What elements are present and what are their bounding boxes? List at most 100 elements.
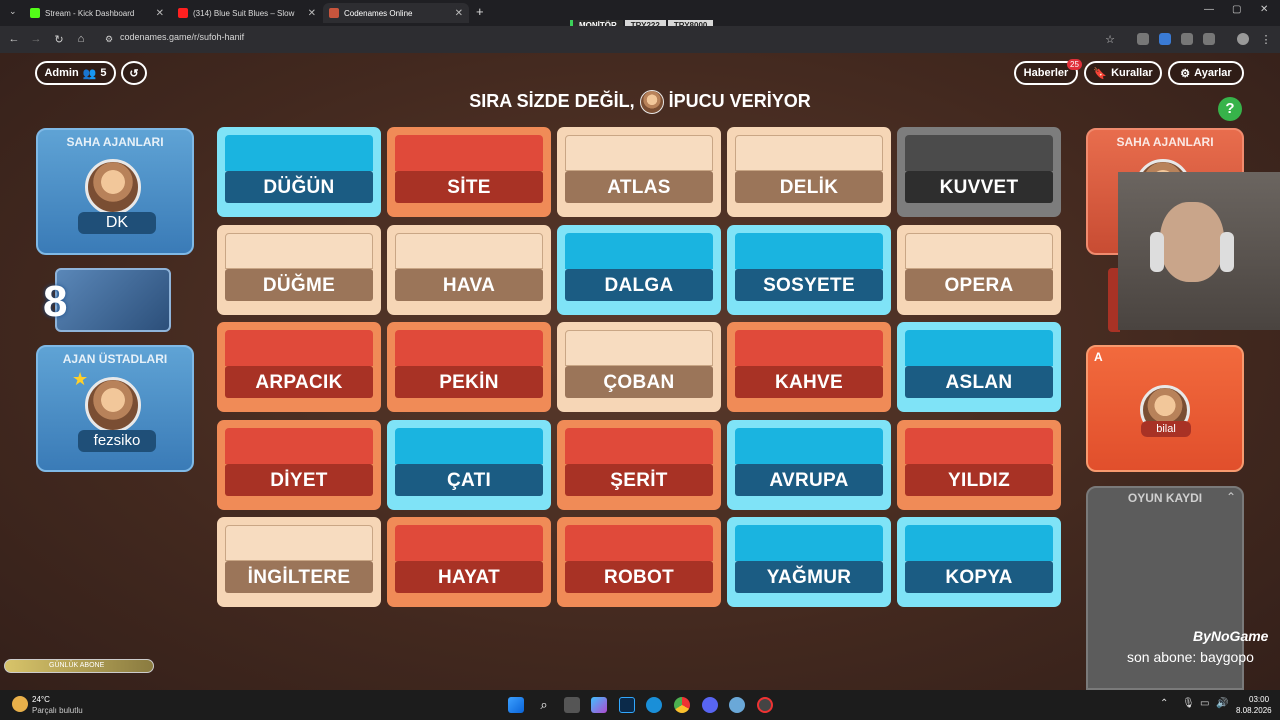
word-card[interactable]: HAVA [387,224,551,315]
word-card[interactable]: ARPACIK [217,322,381,412]
word-card[interactable]: KOPYA [897,517,1061,607]
extensions-puzzle-icon[interactable] [1203,33,1215,45]
word-card[interactable]: KAHVE [727,322,891,412]
network-icon[interactable]: ▭ [1200,698,1209,709]
red-spymaster-name[interactable]: bilal [1141,421,1191,437]
close-icon[interactable]: ✕ [308,8,316,19]
edge-icon[interactable] [646,697,662,713]
minimize-icon[interactable]: — [1204,4,1214,15]
card-word: KOPYA [905,561,1053,593]
blue-operative-name[interactable]: DK [78,212,156,234]
word-card[interactable]: ROBOT [557,517,721,607]
tray-chevron-icon[interactable]: ⌃ [1160,698,1168,709]
webcam-overlay [1118,172,1280,330]
copilot-icon[interactable] [591,697,607,713]
clock-time[interactable]: 03:00 [1249,695,1269,704]
bookmark-star-icon[interactable]: ☆ [1102,31,1118,47]
weather-temp[interactable]: 24°C [32,695,50,704]
tab-kick-dashboard[interactable]: Stream - Kick Dashboard ✕ [24,3,170,23]
card-face [395,232,543,269]
extension-icon[interactable] [1137,33,1149,45]
chrome-icon[interactable] [674,697,690,713]
word-card[interactable]: SİTE [387,127,551,217]
obs-icon[interactable] [757,697,773,713]
microphone-icon[interactable]: 🎙 [1182,698,1195,709]
task-view-icon[interactable] [564,697,580,713]
word-card[interactable]: OPERA [897,224,1061,315]
clock-date[interactable]: 8.08.2026 [1236,706,1272,715]
site-info-icon[interactable]: ⚙ [101,31,117,47]
word-card[interactable]: DİYET [217,419,381,510]
blue-operatives-panel: SAHA AJANLARI DK [36,128,194,255]
home-icon[interactable]: ⌂ [73,31,89,47]
search-icon[interactable]: ⌕ [536,697,552,713]
url-field[interactable]: codenames.game/r/sufoh-hanif [120,32,244,42]
tab-title: Stream - Kick Dashboard [45,8,135,18]
word-card[interactable]: ATLAS [557,127,721,217]
word-card[interactable]: DÜĞÜN [217,127,381,217]
tab-list-chevron-icon[interactable]: ⌄ [9,6,17,17]
maximize-icon[interactable]: ▢ [1232,4,1241,15]
word-card[interactable]: DELİK [727,127,891,217]
word-card[interactable]: ASLAN [897,322,1061,412]
tab-codenames[interactable]: Codenames Online ✕ [323,3,469,23]
card-face [565,232,713,269]
word-card[interactable]: HAYAT [387,517,551,607]
app-icon[interactable] [729,697,745,713]
back-icon[interactable]: ← [6,31,22,47]
weather-desc[interactable]: Parçalı bulutlu [32,706,83,715]
taskbar: 24°C Parçalı bulutlu ⌕ ⌃ 🎙 ▭ 🔊 03:00 8.0… [0,690,1280,720]
word-card[interactable]: İNGİLTERE [217,517,381,607]
volume-icon[interactable]: 🔊 [1216,698,1228,709]
word-card[interactable]: ŞERİT [557,419,721,510]
card-face [905,330,1053,366]
menu-kebab-icon[interactable]: ⋮ [1258,31,1274,47]
close-window-icon[interactable]: ✕ [1260,4,1268,15]
admin-button[interactable]: Admin 👥 5 [35,61,116,85]
card-face [565,427,713,464]
word-card[interactable]: KUVVET [897,127,1061,217]
card-face [735,525,883,561]
collapse-chevron-icon[interactable]: ⌃ [1226,490,1236,504]
word-card[interactable]: YAĞMUR [727,517,891,607]
help-button[interactable]: ? [1218,97,1242,121]
word-card[interactable]: DALGA [557,224,721,315]
players-icon: 👥 [82,67,97,80]
word-card[interactable]: PEKİN [387,322,551,412]
word-card[interactable]: DÜĞME [217,224,381,315]
rules-button[interactable]: 🔖 Kurallar [1084,61,1162,85]
headline-right: İPUCU VERİYOR [668,90,811,111]
discord-icon[interactable] [702,697,718,713]
player-avatar [639,90,664,114]
word-card[interactable]: SOSYETE [727,224,891,315]
player-count: 5 [100,67,107,79]
card-face [395,525,543,561]
word-card[interactable]: ÇATI [387,419,551,510]
extension-icon[interactable] [1159,33,1171,45]
card-word: SOSYETE [735,268,883,301]
headline-left: SIRA SİZDE DEĞİL, [469,90,635,111]
shield-icon[interactable] [1181,33,1193,45]
close-icon[interactable]: ✕ [455,8,463,19]
tab-youtube[interactable]: (314) Blue Suit Blues – Slow Ch ✕ [172,3,322,23]
forward-icon[interactable]: → [28,31,44,47]
windows-start-icon[interactable] [508,697,524,713]
blue-spymaster-name[interactable]: fezsiko [78,430,156,452]
turn-headline: SIRA SİZDE DEĞİL, İPUCU VERİYOR [330,90,950,114]
blue-operatives-title: SAHA AJANLARI [66,135,164,149]
reset-button[interactable]: ↺ [121,61,147,85]
settings-label: Ayarlar [1194,67,1232,79]
profile-avatar[interactable] [1237,33,1249,45]
streamer-face [1160,202,1224,282]
word-card[interactable]: ÇOBAN [557,322,721,412]
new-tab-button[interactable]: + [476,4,484,19]
photoshop-icon[interactable] [619,697,635,713]
settings-button[interactable]: ⚙ Ayarlar [1168,61,1244,85]
card-word: DÜĞÜN [225,171,373,203]
word-card[interactable]: AVRUPA [727,419,891,510]
word-board: DÜĞÜN SİTE ATLAS DELİK KUVVET DÜĞME HAVA DALGA S… [217,127,1062,609]
weather-icon [12,696,28,712]
reload-icon[interactable]: ↻ [51,31,67,47]
close-icon[interactable]: ✕ [156,8,164,19]
word-card[interactable]: YILDIZ [897,419,1061,510]
